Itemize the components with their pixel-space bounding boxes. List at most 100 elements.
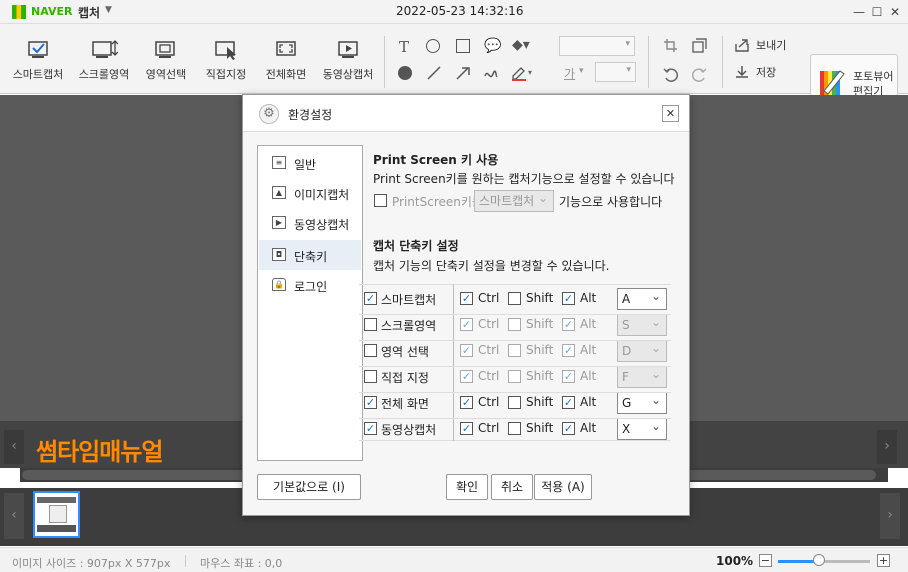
printscreen-description: Print Screen키를 원하는 캡처기능으로 설정할 수 있습니다 <box>373 172 675 186</box>
shift-label: Shift <box>526 343 554 357</box>
zoom-out-button[interactable]: − <box>759 554 772 567</box>
shortcut-enable-checkbox[interactable] <box>364 318 377 331</box>
speech-bubble-tool-icon[interactable]: 💬 <box>484 38 501 54</box>
shift-checkbox[interactable] <box>508 370 521 383</box>
brush-size-tool-icon[interactable] <box>398 66 412 80</box>
ctrl-checkbox[interactable]: ✓ <box>460 396 473 409</box>
crop-icon[interactable] <box>663 38 678 53</box>
tool-fullscreen[interactable]: 전체화면 <box>258 24 314 94</box>
settings-dialog: ⚙ 환경설정 ✕ ≡ 일반 ▲ 이미지캡처 ▶ 동영상캡처 ◘ 단축키 🔒 로그… <box>242 94 690 516</box>
sidebar-item-shortcut-keys[interactable]: ◘ 단축키 <box>259 240 361 270</box>
redo-icon[interactable] <box>692 67 707 82</box>
ctrl-label: Ctrl <box>478 369 500 383</box>
zoom-in-button[interactable]: + <box>877 554 890 567</box>
font-family-dropdown[interactable] <box>559 36 635 56</box>
tool-area-select[interactable]: 영역선택 <box>138 24 194 94</box>
sidebar-item-label: 일반 <box>294 158 317 172</box>
line-tool-icon[interactable] <box>427 66 441 80</box>
watermark-text: 썸타임매뉴얼 <box>36 438 163 466</box>
shortcut-enable-checkbox[interactable]: ✓ <box>364 422 377 435</box>
alt-checkbox[interactable]: ✓ <box>562 422 575 435</box>
maximize-button[interactable]: ☐ <box>870 4 884 20</box>
alt-checkbox[interactable]: ✓ <box>562 292 575 305</box>
capture-timestamp: 2022-05-23 14:32:16 <box>396 4 524 18</box>
app-menu-chevron-icon[interactable]: ▼ <box>105 5 112 15</box>
shift-label: Shift <box>526 291 554 305</box>
sidebar-item-label: 동영상캡처 <box>294 218 350 232</box>
sidebar-item-image-capture[interactable]: ▲ 이미지캡처 <box>259 178 361 208</box>
dialog-header: ⚙ 환경설정 ✕ <box>243 95 689 132</box>
filmstrip-prev-button[interactable]: ‹ <box>4 493 24 539</box>
shortcut-enable-checkbox[interactable] <box>364 370 377 383</box>
tool-smart-capture[interactable]: 스마트캡처 <box>6 24 70 94</box>
shift-checkbox[interactable] <box>508 318 521 331</box>
ctrl-checkbox[interactable]: ✓ <box>460 422 473 435</box>
rectangle-tool-icon[interactable] <box>456 39 470 53</box>
tool-scroll-capture[interactable]: 스크롤영역 <box>72 24 136 94</box>
ctrl-checkbox[interactable]: ✓ <box>460 318 473 331</box>
ctrl-checkbox[interactable]: ✓ <box>460 370 473 383</box>
pen-color-tool-icon[interactable]: ▾ <box>511 65 535 81</box>
smart-capture-icon <box>28 41 48 58</box>
resize-icon[interactable] <box>692 38 707 53</box>
alt-label: Alt <box>580 369 597 383</box>
undo-icon[interactable] <box>663 67 678 82</box>
font-size-dropdown[interactable] <box>595 62 636 82</box>
printscreen-function-select[interactable]: 스마트캡처 <box>474 188 554 212</box>
shift-checkbox[interactable] <box>508 292 521 305</box>
fill-bucket-tool-icon[interactable]: ◆▾ <box>512 37 530 53</box>
capture-thumbnail[interactable] <box>33 491 80 538</box>
tool-direct-select[interactable]: 직접지정 <box>198 24 254 94</box>
alt-checkbox[interactable]: ✓ <box>562 344 575 357</box>
shortcut-key-select[interactable]: F <box>617 364 667 388</box>
arrow-tool-icon[interactable] <box>456 66 470 80</box>
shift-checkbox[interactable] <box>508 422 521 435</box>
ctrl-label: Ctrl <box>478 395 500 409</box>
shortcut-enable-checkbox[interactable]: ✓ <box>364 292 377 305</box>
cancel-button[interactable]: 취소 <box>491 474 533 500</box>
shortcut-label: 동영상캡처 <box>381 423 437 437</box>
shortcut-key-select[interactable]: D <box>617 338 667 362</box>
shortcut-key-select[interactable]: G <box>617 390 667 414</box>
shortcut-label: 스마트캡처 <box>381 293 437 307</box>
printscreen-checkbox[interactable] <box>374 194 387 207</box>
alt-checkbox[interactable]: ✓ <box>562 318 575 331</box>
table-row: ✓ 동영상캡처 ✓ Ctrl Shift ✓ Alt X <box>359 416 671 448</box>
shortcut-key-select[interactable]: S <box>617 312 667 336</box>
minimize-button[interactable]: — <box>852 4 866 20</box>
shortcut-label: 전체 화면 <box>381 397 429 411</box>
shift-checkbox[interactable] <box>508 396 521 409</box>
shortcut-enable-checkbox[interactable] <box>364 344 377 357</box>
shortcut-key-select[interactable]: A <box>617 286 667 310</box>
title-bar: NAVER 캡처 ▼ 2022-05-23 14:32:16 — ☐ ✕ <box>0 0 908 24</box>
apply-button[interactable]: 적용 (A) <box>534 474 592 500</box>
canvas-prev-button[interactable]: ‹ <box>4 430 24 464</box>
printscreen-heading: Print Screen 키 사용 <box>373 153 499 167</box>
shift-checkbox[interactable] <box>508 344 521 357</box>
scroll-capture-icon <box>92 40 118 58</box>
table-row-divider <box>359 418 671 419</box>
alt-checkbox[interactable]: ✓ <box>562 370 575 383</box>
font-style-chevron-icon[interactable]: ▾ <box>579 66 584 76</box>
filmstrip-next-button[interactable]: › <box>880 493 900 539</box>
alt-checkbox[interactable]: ✓ <box>562 396 575 409</box>
image-capture-icon: ▲ <box>272 186 286 199</box>
sidebar-item-login[interactable]: 🔒 로그인 <box>259 270 361 300</box>
reset-default-button[interactable]: 기본값으로 (I) <box>257 474 361 500</box>
ctrl-checkbox[interactable]: ✓ <box>460 344 473 357</box>
shortcut-key-select[interactable]: X <box>617 416 667 440</box>
sidebar-item-video-capture[interactable]: ▶ 동영상캡처 <box>259 208 361 238</box>
shortcut-enable-checkbox[interactable]: ✓ <box>364 396 377 409</box>
tool-video-capture[interactable]: 동영상캡처 <box>318 24 378 94</box>
dialog-close-button[interactable]: ✕ <box>662 105 679 122</box>
circle-tool-icon[interactable] <box>426 39 440 53</box>
canvas-next-button[interactable]: › <box>877 430 897 464</box>
zoom-slider-handle[interactable] <box>813 554 826 566</box>
close-button[interactable]: ✕ <box>888 4 902 20</box>
sidebar-item-general[interactable]: ≡ 일반 <box>259 148 361 178</box>
text-tool-icon[interactable]: T <box>399 38 409 56</box>
ok-button[interactable]: 확인 <box>446 474 488 500</box>
shortcut-table: ✓ 스마트캡처 ✓ Ctrl Shift ✓ Alt A 스크롤영역 ✓ Ctrl Shift ✓ Alt… <box>359 284 671 441</box>
ctrl-checkbox[interactable]: ✓ <box>460 292 473 305</box>
freehand-tool-icon[interactable] <box>484 66 498 80</box>
